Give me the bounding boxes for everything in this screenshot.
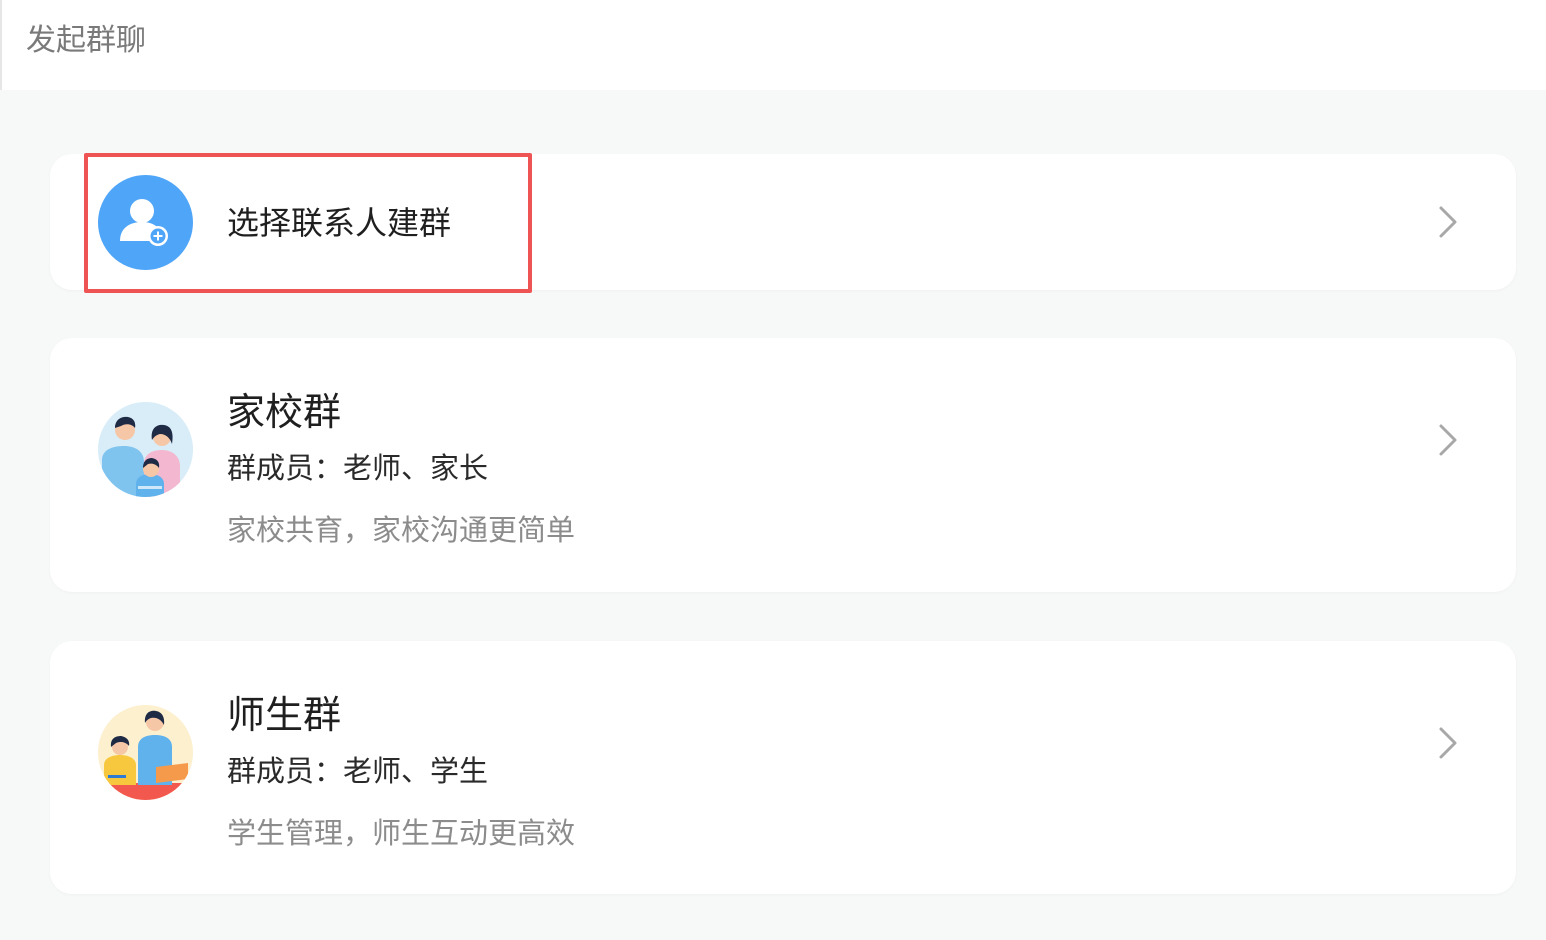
option-members: 群成员：老师、学生	[227, 754, 489, 788]
page-title: 发起群聊	[26, 23, 146, 58]
chevron-right-icon	[1439, 727, 1457, 759]
teacher-student-illustration-icon	[98, 705, 193, 800]
option-description: 学生管理，师生互动更高效	[227, 816, 576, 850]
select-contacts-option[interactable]: 选择联系人建群	[50, 154, 1516, 290]
option-title: 师生群	[227, 693, 342, 737]
add-contact-icon	[98, 175, 193, 270]
home-school-group-option[interactable]: 家校群 群成员：老师、家长 家校共育，家校沟通更简单	[50, 338, 1516, 592]
option-description: 家校共育，家校沟通更简单	[227, 513, 576, 547]
family-illustration-icon	[98, 402, 193, 497]
chevron-right-icon	[1439, 424, 1457, 456]
chevron-right-icon	[1439, 206, 1457, 238]
option-title: 选择联系人建群	[227, 204, 452, 242]
top-bar: 发起群聊	[0, 0, 1546, 90]
option-members: 群成员：老师、家长	[227, 451, 489, 485]
teacher-student-group-option[interactable]: 师生群 群成员：老师、学生 学生管理，师生互动更高效	[50, 641, 1516, 894]
option-title: 家校群	[227, 390, 342, 434]
